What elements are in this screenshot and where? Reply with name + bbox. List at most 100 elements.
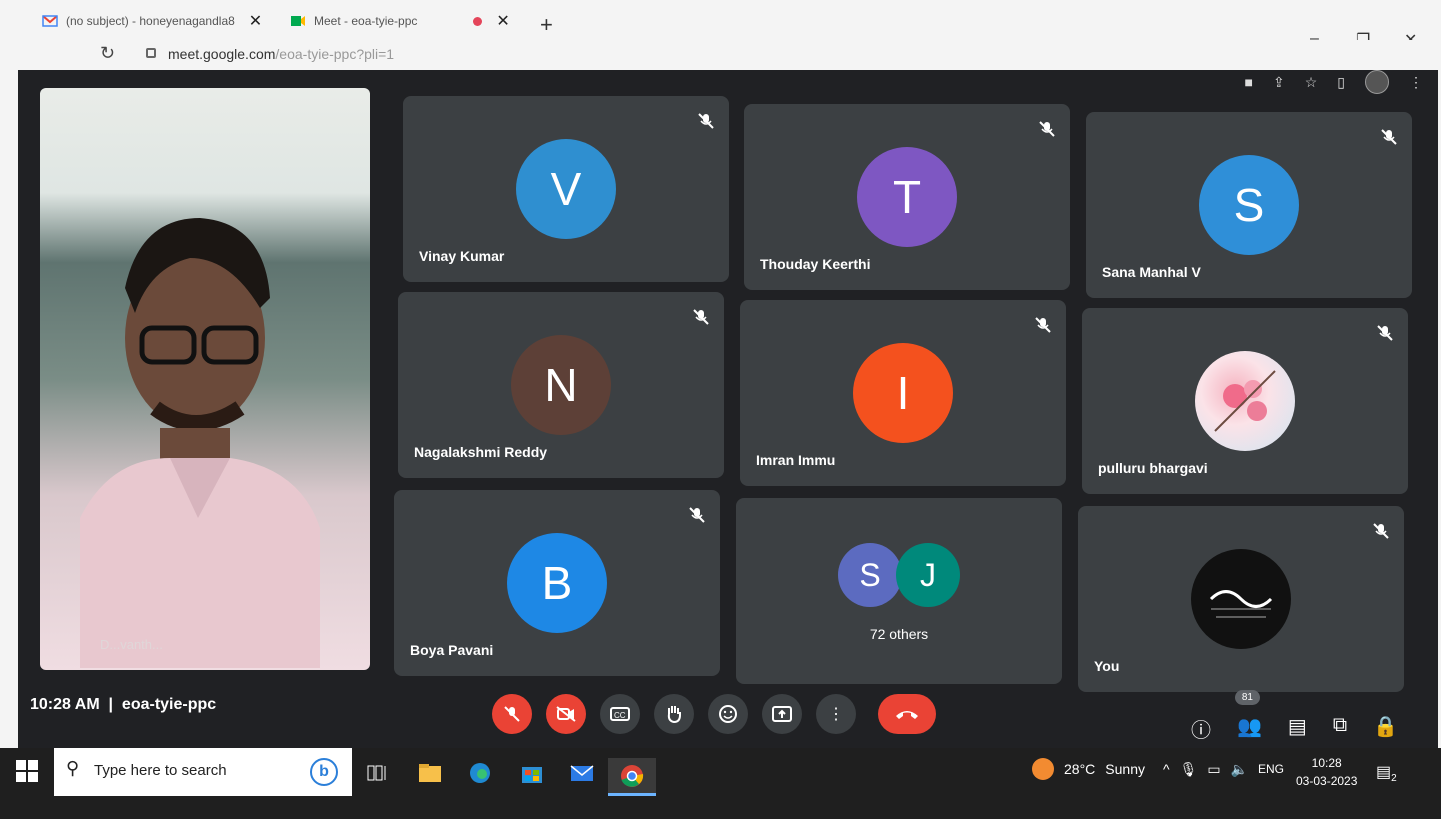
end-call-button[interactable] [878, 694, 936, 734]
chevron-up-icon[interactable]: ^ [1163, 761, 1170, 777]
tab-label: (no subject) - honeyenagandla8 [66, 14, 235, 28]
present-icon [772, 706, 792, 722]
participant-count-badge: 81 [1234, 690, 1260, 705]
language-indicator[interactable]: ENG [1258, 762, 1284, 776]
believe-image [1209, 590, 1273, 618]
others-count-label: 72 others [869, 626, 929, 642]
avatar: V [516, 139, 616, 239]
others-avatars: S J [838, 543, 960, 607]
avatar: S [1199, 155, 1299, 255]
participant-name: Nagalakshmi Reddy [414, 444, 548, 460]
avatar: N [511, 335, 611, 435]
volume-icon[interactable]: 🔈 [1231, 761, 1248, 778]
participant-tile[interactable]: B Boya Pavani [394, 490, 720, 676]
mic-off-icon [504, 706, 520, 722]
call-controls: CC ⋮ [492, 694, 936, 734]
raise-hand-button[interactable] [654, 694, 694, 734]
present-button[interactable] [762, 694, 802, 734]
url-field[interactable]: meet.google.com/eoa-tyie-ppc?pli=1 [168, 46, 394, 62]
lock-icon[interactable] [146, 48, 156, 58]
close-icon[interactable]: ✕ [249, 11, 262, 31]
participant-tile[interactable]: V Vinay Kumar [403, 96, 729, 282]
participant-name: Sana Manhal V [1102, 264, 1201, 280]
participant-tile[interactable]: I Imran Immu [740, 300, 1066, 486]
others-tile[interactable]: S J 72 others [736, 498, 1062, 684]
avatar: J [896, 543, 960, 607]
participant-tile-you[interactable]: You [1078, 506, 1404, 692]
mic-off-icon [1039, 121, 1055, 137]
captions-button[interactable]: CC [600, 694, 640, 734]
new-tab-button[interactable]: + [540, 12, 553, 38]
windows-start-icon[interactable] [16, 760, 38, 782]
bing-icon[interactable]: b [310, 758, 338, 786]
taskbar-chrome-active[interactable] [608, 758, 656, 796]
emoji-button[interactable] [708, 694, 748, 734]
weather-icon[interactable] [1032, 758, 1054, 780]
taskbar-search-input[interactable]: ⚲ Type here to search b [54, 748, 352, 796]
chat-icon[interactable]: ▤ [1288, 714, 1307, 743]
participant-tile[interactable]: N Nagalakshmi Reddy [398, 292, 724, 478]
task-view-icon[interactable] [366, 762, 390, 784]
participant-tile[interactable]: pulluru bhargavi [1082, 308, 1408, 494]
participant-name: Thouday Keerthi [760, 256, 871, 272]
camera-toggle-button[interactable] [546, 694, 586, 734]
weather-temp: 28°C [1064, 761, 1096, 777]
windows-taskbar: ⚲ Type here to search b 28°C Sunny ^ 🎙 ▭… [0, 748, 1441, 819]
edge-icon[interactable] [468, 762, 492, 784]
mic-icon[interactable]: 🎙 [1180, 761, 1198, 778]
participant-name: pulluru bhargavi [1098, 460, 1208, 476]
info-icon[interactable]: ⓘ [1191, 714, 1211, 743]
system-clock[interactable]: 10:28 03-03-2023 [1296, 754, 1357, 790]
tab-label: Meet - eoa-tyie-ppc [314, 14, 418, 28]
more-options-button[interactable]: ⋮ [816, 694, 856, 734]
camera-icon[interactable]: ■ [1245, 74, 1253, 90]
browser-toolbar-icons: ■ ⇪ ☆ ▯ ⋮ [1245, 70, 1423, 94]
avatar: T [857, 147, 957, 247]
avatar: B [507, 533, 607, 633]
svg-text:CC: CC [614, 711, 626, 720]
avatar [1195, 351, 1295, 451]
tab-gmail[interactable]: (no subject) - honeyenagandla8 ✕ [42, 8, 282, 34]
emoji-icon [719, 705, 737, 723]
clock-date: 03-03-2023 [1296, 774, 1358, 788]
reload-icon[interactable]: ↻ [100, 43, 115, 64]
captions-icon: CC [610, 707, 630, 721]
notification-center-icon[interactable]: ▤2 [1376, 762, 1397, 784]
activities-icon[interactable]: ⧉ [1333, 714, 1347, 743]
flower-image [1214, 370, 1276, 432]
more-vert-icon[interactable]: ⋮ [1409, 74, 1423, 91]
meeting-time: 10:28 AM | eoa-tyie-ppc [30, 696, 217, 713]
participant-name: Vinay Kumar [419, 248, 505, 264]
people-icon[interactable]: 👥 [1237, 714, 1262, 743]
mail-icon[interactable] [570, 762, 594, 784]
battery-icon[interactable]: ▭ [1207, 761, 1220, 778]
chrome-icon [621, 765, 644, 787]
host-controls-icon[interactable]: 🔒 [1373, 714, 1398, 743]
weather-desc: Sunny [1105, 761, 1145, 777]
share-icon[interactable]: ⇪ [1273, 74, 1285, 91]
meet-controls-bar: 10:28 AM | eoa-tyie-ppc CC ⋮ 81 ⓘ 👥 ▤ ⧉ … [18, 690, 1438, 746]
avatar[interactable] [1365, 70, 1389, 94]
participant-name: You [1094, 658, 1120, 674]
avatar: S [838, 543, 902, 607]
sidepanel-icon[interactable]: ▯ [1337, 74, 1345, 91]
mic-off-icon [689, 507, 705, 523]
star-icon[interactable]: ☆ [1305, 74, 1318, 91]
mic-toggle-button[interactable] [492, 694, 532, 734]
tab-meet[interactable]: Meet - eoa-tyie-ppc ✕ [290, 8, 530, 34]
avatar [1191, 549, 1291, 649]
participant-name: Imran Immu [756, 452, 836, 468]
store-icon[interactable] [520, 762, 544, 784]
participant-tile[interactable]: S Sana Manhal V [1086, 112, 1412, 298]
file-explorer-icon[interactable] [418, 762, 442, 784]
person-video [80, 218, 320, 668]
close-icon[interactable]: ✕ [496, 11, 509, 31]
participant-name: Boya Pavani [410, 642, 494, 658]
participant-tile[interactable]: T Thouday Keerthi [744, 104, 1070, 290]
mic-off-icon [1377, 325, 1393, 341]
self-video-tile[interactable]: D...vanth... [40, 88, 370, 670]
address-bar: ↻ meet.google.com/eoa-tyie-ppc?pli=1 [0, 40, 1441, 72]
mic-off-icon [698, 113, 714, 129]
mic-off-icon [693, 309, 709, 325]
meeting-side-controls: ⓘ 👥 ▤ ⧉ 🔒 [1191, 714, 1398, 743]
